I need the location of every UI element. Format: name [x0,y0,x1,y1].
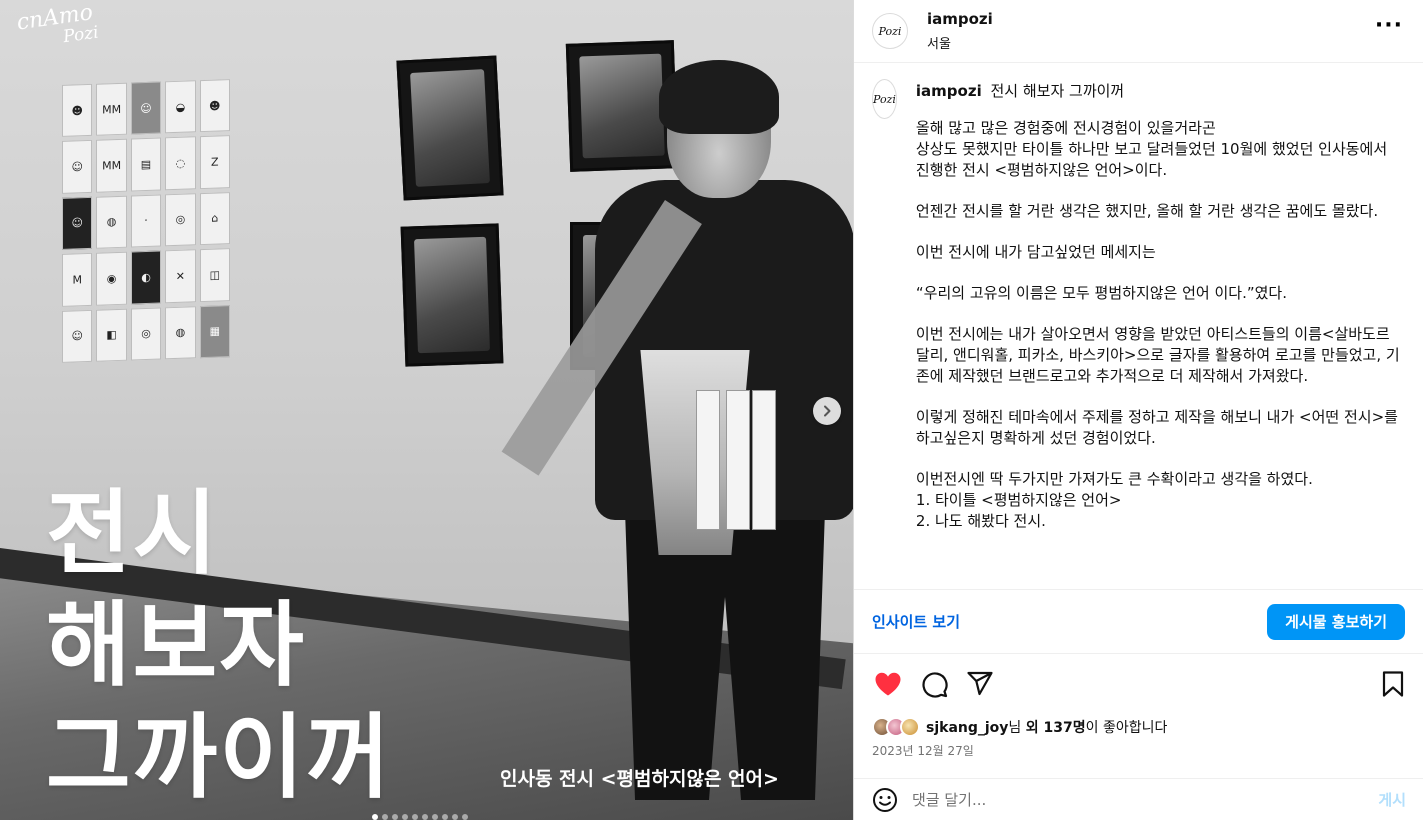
caption-paragraph: 이렇게 정해진 테마속에서 주제를 정하고 제작을 해보니 내가 <어떤 전시>… [915,408,1398,447]
poster: ☻ [62,83,93,138]
caption-paragraph: 언젠간 전시를 할 거란 생각은 했지만, 올해 할 거란 생각은 꿈에도 몰랐… [915,202,1379,220]
caption-paragraph: 이번전시엔 딱 두가지만 가져가도 큰 수확이라고 생각을 하였다. 1. 타이… [915,470,1313,530]
poster: MM [96,82,127,137]
comment-icon [922,672,948,698]
carousel-dot [452,814,458,820]
poster: ▦ [199,304,230,359]
caption-title: 전시 해보자 그까이꺼 [990,82,1125,100]
logo-poster-grid: ☻ MM ☺ ◒ ☻ ☺ MM ▤ ◌ Z ☺ ◍ · ◎ ⌂ M ◉ ◐ ✕ … [62,79,230,363]
comment-composer: 게시 [854,778,1423,820]
post-comment-button[interactable]: 게시 [1378,789,1406,810]
post-media[interactable]: ☻ MM ☺ ◒ ☻ ☺ MM ▤ ◌ Z ☺ ◍ · ◎ ⌂ M ◉ ◐ ✕ … [0,0,853,820]
poster: ◉ [96,251,127,306]
poster: ☺ [62,140,93,194]
poster: ◐ [130,250,162,305]
ribbon [726,390,750,530]
more-options-icon[interactable]: ··· [1375,13,1403,38]
poster: ◎ [130,307,162,361]
poster: M [62,253,93,307]
poster: MM [96,139,127,193]
framed-portrait [400,223,504,367]
save-button[interactable] [1377,668,1409,700]
carousel-next-button[interactable] [813,397,841,425]
liker-username[interactable]: sjkang_joy [926,720,1008,736]
poster: · [130,194,162,248]
caption-username[interactable]: iampozi [916,82,982,100]
poster: ◎ [165,193,196,247]
framed-portrait [396,55,504,201]
poster: ◌ [165,136,196,191]
post-detail-panel: Pozi iampozi 서울 ··· Pozi iampozi 전시 해보자 … [853,0,1423,820]
carousel-dot [382,814,388,820]
poster: Z [199,135,230,189]
post-header: Pozi iampozi 서울 ··· [854,0,1423,63]
poster: ▤ [130,137,162,192]
poster: ◫ [199,248,230,302]
poster: ☻ [199,79,230,133]
poster: ◍ [165,305,196,360]
media-caption: 인사동 전시 <평범하지않은 언어> [500,768,779,790]
author-username[interactable]: iampozi [927,10,993,28]
poster: ✕ [165,249,196,303]
caption-area: Pozi iampozi 전시 해보자 그까이꺼 올해 많고 많은 경험중에 전… [854,63,1423,590]
comment-button[interactable] [918,668,950,700]
poster: ☺ [130,81,162,135]
carousel-dot [422,814,428,820]
ribbon [752,390,776,530]
paper-plane-icon [967,671,993,696]
emoji-icon[interactable] [872,787,898,813]
likes-count[interactable]: 외 137명 [1026,720,1086,736]
poster: ⌂ [199,191,230,246]
liker-avatar [900,717,920,737]
bookmark-icon [1382,671,1404,697]
caption-paragraph: 이번 전시에는 내가 살아오면서 영향을 받았던 아티스트들의 이름<살바도르 … [915,325,1400,385]
heart-icon [875,672,901,696]
caption-paragraph: 이번 전시에 내가 담고싶었던 메세지는 [915,243,1156,261]
brand-logo: cnAmo Pozi [15,0,100,48]
post-actions-bar: 인사이트 보기 게시물 홍보하기 [854,590,1423,654]
post-location[interactable]: 서울 [927,33,993,52]
caption-paragraph: “우리의 고유의 이름은 모두 평범하지않은 언어 이다.”였다. [915,284,1287,302]
carousel-dot [442,814,448,820]
view-insights-link[interactable]: 인사이트 보기 [872,611,960,632]
carousel-dot [392,814,398,820]
carousel-dot [412,814,418,820]
media-title-line: 전시 [46,480,220,587]
engagement-icons [854,654,1423,714]
ribbon [696,390,720,530]
carousel-dot [432,814,438,820]
likes-text: sjkang_joy님 외 137명이 좋아합니다 [926,720,1168,736]
media-title: 전시 해보자 그까이꺼 [46,478,393,814]
caption-avatar[interactable]: Pozi [872,79,897,119]
poster: ◧ [96,308,127,362]
likes-summary[interactable]: sjkang_joy님 외 137명이 좋아합니다 [854,714,1423,740]
comment-input[interactable] [912,790,1379,809]
media-title-line: 해보자 [46,592,306,699]
share-button[interactable] [964,668,996,700]
post-date: 2023년 12월 27일 [872,744,974,758]
poster: ☺ [62,196,93,251]
like-button[interactable] [872,668,904,700]
carousel-dot [402,814,408,820]
carousel-dot [372,814,378,820]
poster: ☺ [62,309,93,363]
liker-avatars [872,717,920,737]
chevron-right-icon [824,405,831,417]
poster: ◒ [165,80,196,134]
avatar[interactable]: Pozi [872,13,908,49]
poster: ◍ [96,195,127,249]
carousel-indicator [372,814,468,820]
carousel-dot [462,814,468,820]
media-title-line: 그까이꺼 [46,704,393,811]
promote-post-button[interactable]: 게시물 홍보하기 [1267,603,1405,640]
caption-paragraph: 올해 많고 많은 경험중에 전시경험이 있을거라곤 상상도 못했지만 타이틀 하… [915,119,1388,179]
caption-body: iampozi 전시 해보자 그까이꺼 올해 많고 많은 경험중에 전시경험이 … [916,79,1405,573]
